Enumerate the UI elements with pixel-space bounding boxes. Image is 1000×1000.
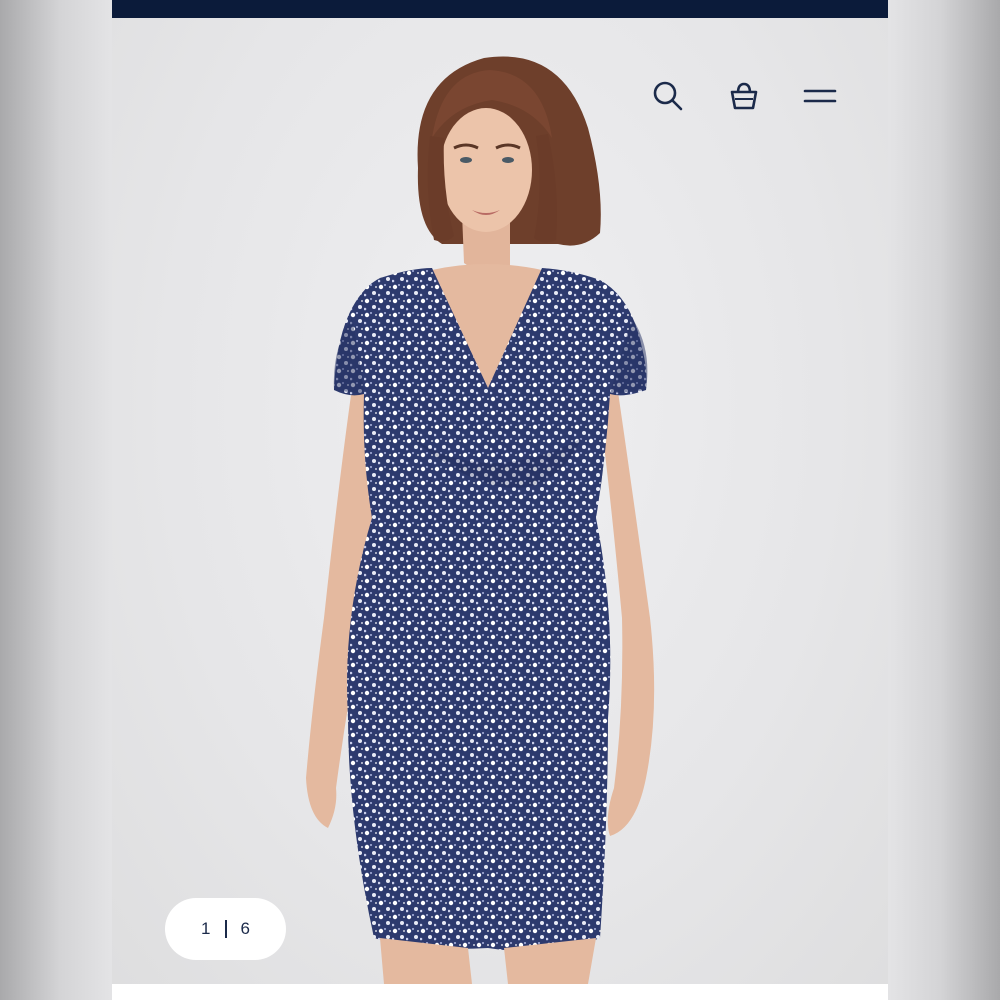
bottom-strip [112,984,888,1000]
search-icon [653,81,683,111]
menu-icon [803,89,837,103]
product-screen: 1 6 [112,0,888,1000]
image-counter: 1 6 [165,898,286,960]
header-icons [648,76,840,116]
shopping-bag-icon [730,82,758,110]
top-bar [112,0,888,18]
shopping-bag-button[interactable] [724,76,764,116]
model-photo [306,56,655,984]
search-button[interactable] [648,76,688,116]
total-image-count: 6 [240,919,250,938]
product-image[interactable]: 1 6 [112,18,888,984]
menu-button[interactable] [800,76,840,116]
counter-divider [224,920,227,938]
current-image-index: 1 [201,919,211,938]
